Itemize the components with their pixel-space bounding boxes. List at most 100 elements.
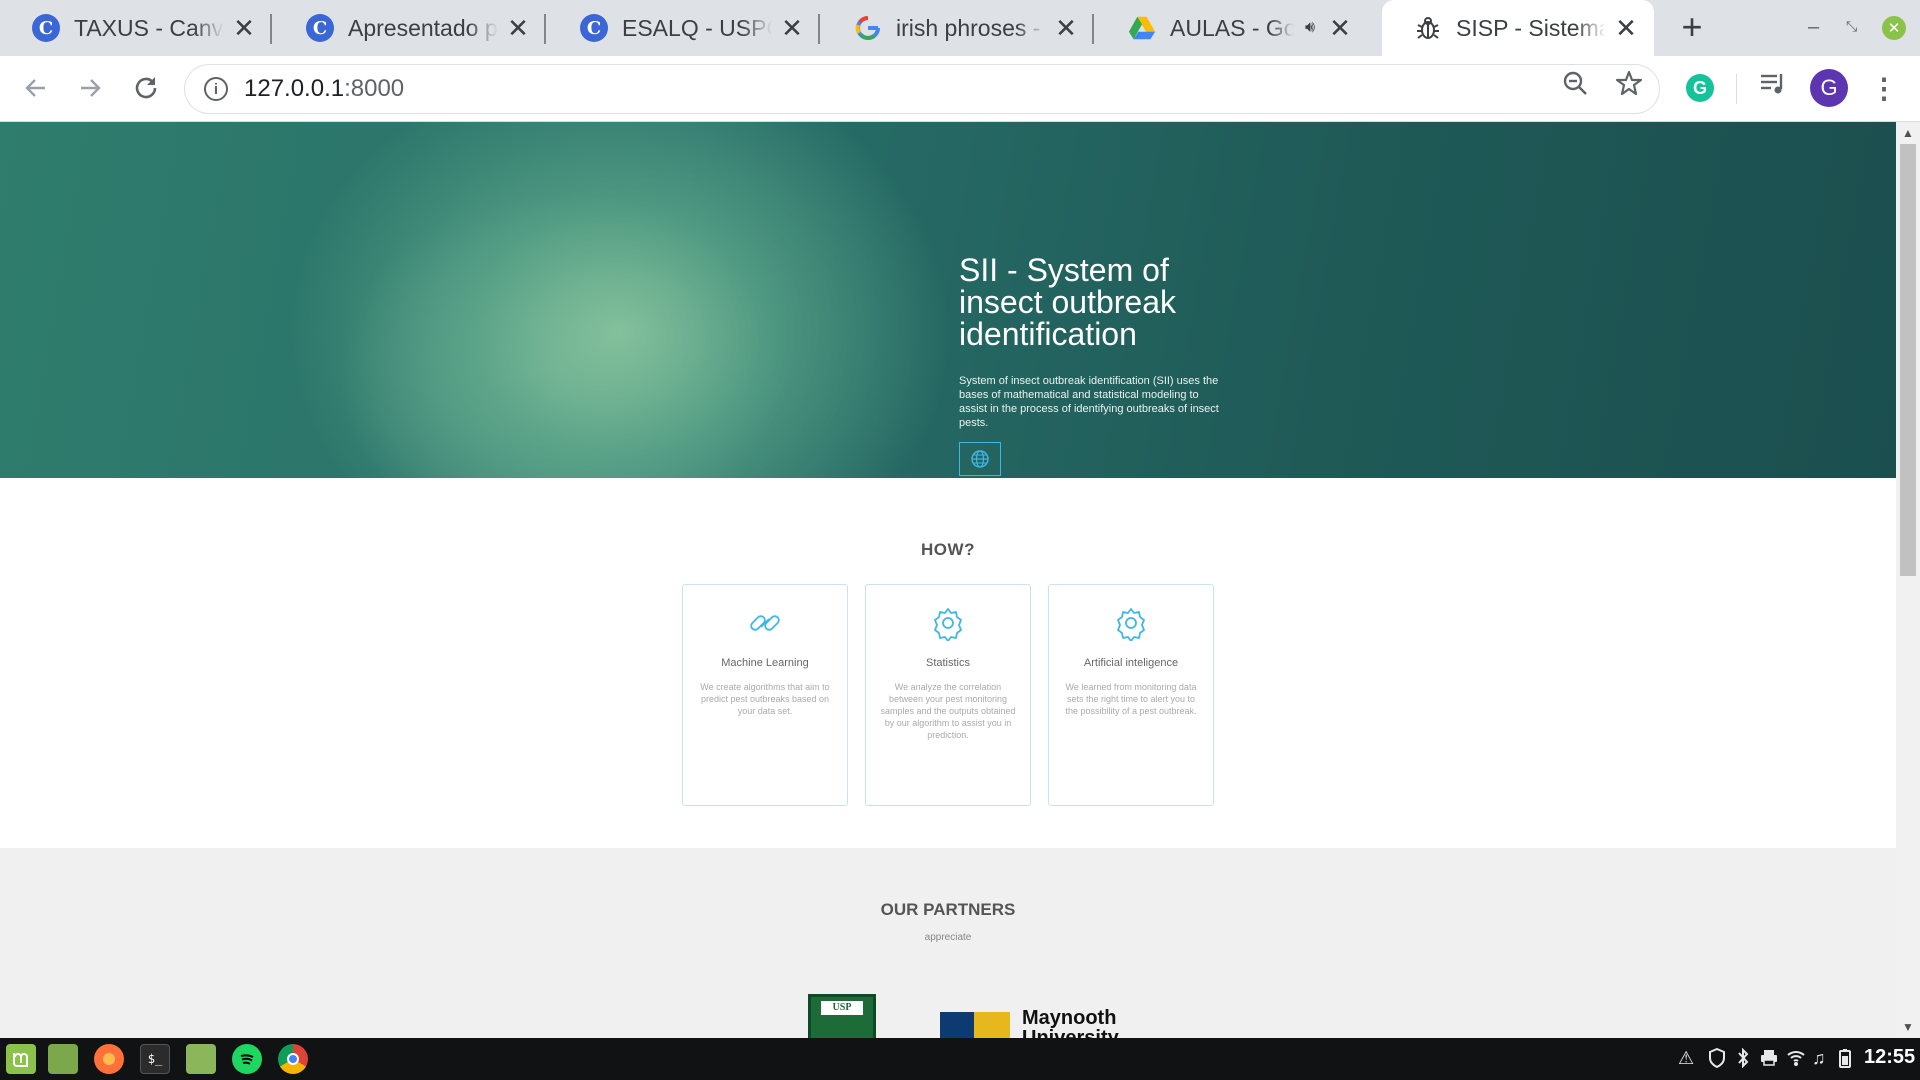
google-drive-icon xyxy=(1128,14,1156,42)
tab-title: ESALQ - USPCiência xyxy=(622,14,772,41)
profile-avatar[interactable]: G xyxy=(1810,69,1848,107)
grammarly-extension-icon[interactable]: G xyxy=(1686,74,1714,102)
maynooth-logo[interactable]: Maynooth University xyxy=(940,1008,1120,1038)
tab-title: AULAS - Google Drive xyxy=(1170,14,1294,41)
tab-strip: C TAXUS - Canva ✕ C Apresentado por ✕ C … xyxy=(0,0,1920,56)
how-section: HOW? Machine Learning We create algorith… xyxy=(0,478,1896,848)
canva-icon: C xyxy=(306,14,334,42)
card-description: We learned from monitoring data sets the… xyxy=(1065,682,1197,716)
hero-description: System of insect outbreak identification… xyxy=(959,375,1219,429)
url-text[interactable]: 127.0.0.1:8000 xyxy=(244,75,404,103)
gear-icon xyxy=(930,605,966,642)
url-port: :8000 xyxy=(344,75,405,102)
card-statistics: Statistics We analyze the correlation be… xyxy=(865,584,1031,806)
tab-separator xyxy=(1092,14,1094,44)
tab-separator xyxy=(818,14,820,44)
forward-button[interactable] xyxy=(72,70,108,106)
minimize-icon[interactable]: – xyxy=(1808,16,1819,39)
toolbar-separator xyxy=(1736,74,1737,104)
terminal-icon[interactable]: $_ xyxy=(140,1044,170,1074)
reload-icon xyxy=(135,77,157,99)
bug-icon xyxy=(1414,14,1442,42)
close-tab-icon[interactable]: ✕ xyxy=(230,13,258,43)
partners-section: OUR PARTNERS appreciate USP Maynooth Uni… xyxy=(0,848,1896,1038)
speaker-icon[interactable]: 🔊︎ xyxy=(1300,14,1320,42)
tab-esalq[interactable]: C ESALQ - USPCiência ✕ xyxy=(548,0,820,56)
arrow-right-icon xyxy=(81,79,101,97)
arrow-left-icon xyxy=(25,79,45,97)
chrome-icon[interactable] xyxy=(278,1044,308,1074)
desktop-icon[interactable] xyxy=(48,1044,78,1074)
scroll-up-arrow-icon[interactable]: ▲ xyxy=(1902,126,1914,140)
usp-logo[interactable]: USP xyxy=(808,994,876,1038)
tab-title: TAXUS - Canva xyxy=(74,14,224,41)
restore-icon[interactable]: ⤡ xyxy=(1846,18,1857,35)
scroll-thumb[interactable] xyxy=(1900,144,1916,576)
browser-toolbar: i 127.0.0.1:8000 G G ⋮ xyxy=(0,56,1920,122)
info-icon[interactable]: i xyxy=(204,77,228,101)
files-icon[interactable] xyxy=(186,1044,216,1074)
tab-sisp[interactable]: SISP - Sistema de ✕ xyxy=(1382,0,1654,56)
card-title: Machine Learning xyxy=(721,657,809,669)
reload-button[interactable] xyxy=(128,70,164,106)
tab-taxus[interactable]: C TAXUS - Canva ✕ xyxy=(0,0,272,56)
tab-title: SISP - Sistema de xyxy=(1456,14,1606,41)
firefox-icon[interactable] xyxy=(94,1044,124,1074)
zoom-icon[interactable] xyxy=(1560,68,1590,98)
partners-subtitle: appreciate xyxy=(924,932,972,943)
window-close-button[interactable]: ✕ xyxy=(1882,16,1906,40)
shield-icon[interactable] xyxy=(1708,1047,1726,1073)
globe-icon xyxy=(971,450,989,468)
back-button[interactable] xyxy=(18,70,54,106)
media-control-icon[interactable] xyxy=(1758,68,1788,98)
hero-content: SII - System of insect outbreak identifi… xyxy=(959,254,1229,430)
usp-logo-text: USP xyxy=(821,1001,863,1015)
card-description: We analyze the correlation between your … xyxy=(880,682,1016,740)
close-tab-icon[interactable]: ✕ xyxy=(778,13,806,43)
close-tab-icon[interactable]: ✕ xyxy=(1052,13,1080,43)
card-title: Artificial inteligence xyxy=(1083,657,1179,669)
close-tab-icon[interactable]: ✕ xyxy=(1612,13,1640,43)
tab-irish-phroses[interactable]: irish phroses - Pesquisa ✕ xyxy=(822,0,1094,56)
hero-globe-button[interactable] xyxy=(959,442,1001,476)
new-tab-button[interactable]: + xyxy=(1674,9,1710,46)
hero-title: SII - System of insect outbreak identifi… xyxy=(959,252,1177,352)
kebab-menu-icon[interactable]: ⋮ xyxy=(1870,70,1898,106)
maynooth-logo-text: Maynooth University xyxy=(1022,1007,1119,1038)
link-icon xyxy=(747,605,783,641)
gear-icon xyxy=(1113,605,1149,642)
partners-title: OUR PARTNERS xyxy=(880,900,1016,919)
canva-icon: C xyxy=(32,14,60,42)
canva-icon: C xyxy=(580,14,608,42)
wifi-icon[interactable] xyxy=(1786,1048,1806,1071)
close-tab-icon[interactable]: ✕ xyxy=(504,13,532,43)
url-host: 127.0.0.1 xyxy=(244,75,345,102)
hero-banner: SII - System of insect outbreak identifi… xyxy=(0,122,1896,478)
bluetooth-icon[interactable] xyxy=(1736,1047,1750,1073)
scroll-down-arrow-icon[interactable]: ▼ xyxy=(1902,1020,1914,1034)
page-scrollbar[interactable]: ▲ ▼ xyxy=(1896,122,1920,1038)
card-machine-learning: Machine Learning We create algorithms th… xyxy=(682,584,848,806)
tab-separator xyxy=(270,14,272,44)
card-title: Statistics xyxy=(925,657,970,669)
maynooth-mark xyxy=(940,1012,1010,1038)
tab-title: irish phroses - Pesquisa xyxy=(896,14,1046,41)
warning-icon[interactable]: ⚠ xyxy=(1678,1048,1694,1069)
clock[interactable]: 12:55 xyxy=(1864,1046,1915,1069)
tab-apresentado[interactable]: C Apresentado por ✕ xyxy=(274,0,546,56)
tab-separator xyxy=(544,14,546,44)
system-taskbar: $_ ⚠ ♫ 12:55 xyxy=(0,1038,1920,1080)
card-description: We create algorithms that aim to predict… xyxy=(700,682,830,716)
printer-icon[interactable] xyxy=(1760,1048,1778,1071)
music-note-icon[interactable]: ♫ xyxy=(1812,1048,1826,1069)
spotify-icon[interactable] xyxy=(232,1044,262,1074)
bookmark-star-icon[interactable] xyxy=(1614,68,1644,98)
card-artificial-intelligence: Artificial inteligence We learned from m… xyxy=(1048,584,1214,806)
google-icon xyxy=(854,14,882,42)
address-bar[interactable]: i 127.0.0.1:8000 xyxy=(184,64,1660,114)
close-tab-icon[interactable]: ✕ xyxy=(1326,13,1354,43)
battery-icon[interactable] xyxy=(1838,1048,1852,1073)
mint-menu-icon[interactable] xyxy=(6,1044,36,1074)
tab-aulas[interactable]: AULAS - Google Drive 🔊︎ ✕ xyxy=(1096,0,1368,56)
tab-title: Apresentado por xyxy=(348,14,498,41)
